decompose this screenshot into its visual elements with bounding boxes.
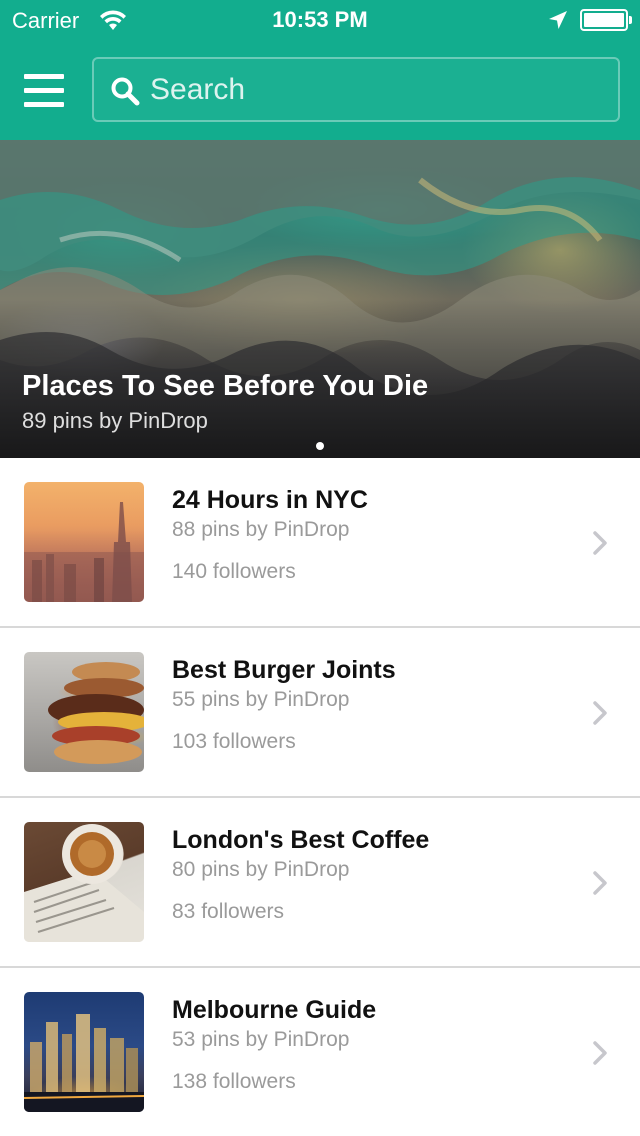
featured-board-title: Places To See Before You Die <box>22 370 429 402</box>
page-indicator-dot <box>316 442 324 450</box>
search-input[interactable] <box>150 69 610 111</box>
chevron-right-icon <box>593 701 607 725</box>
board-row[interactable]: 24 Hours in NYC 88 pins by PinDrop 140 f… <box>0 458 640 628</box>
board-row[interactable]: Melbourne Guide 53 pins by PinDrop 138 f… <box>0 968 640 1136</box>
board-pins: 88 pins by PinDrop <box>172 518 350 541</box>
board-pins: 53 pins by PinDrop <box>172 1028 350 1051</box>
board-pins: 80 pins by PinDrop <box>172 858 350 881</box>
board-followers: 140 followers <box>172 560 296 583</box>
board-title: London's Best Coffee <box>172 826 430 854</box>
board-followers: 138 followers <box>172 1070 296 1093</box>
menu-button[interactable] <box>24 72 64 108</box>
board-thumbnail <box>24 992 144 1112</box>
top-bar: Carrier 10:53 PM <box>0 0 640 140</box>
menu-line <box>24 74 64 79</box>
board-list: 24 Hours in NYC 88 pins by PinDrop 140 f… <box>0 458 640 1136</box>
chevron-right-icon <box>593 531 607 555</box>
board-pins: 55 pins by PinDrop <box>172 688 350 711</box>
chevron-right-icon <box>593 871 607 895</box>
menu-line <box>24 88 64 93</box>
search-icon <box>111 77 140 106</box>
battery-icon <box>580 9 632 31</box>
board-thumbnail <box>24 822 144 942</box>
board-title: 24 Hours in NYC <box>172 486 368 514</box>
clock: 10:53 PM <box>272 7 368 32</box>
board-thumbnail <box>24 652 144 772</box>
board-thumbnail <box>24 482 144 602</box>
status-bar: Carrier 10:53 PM <box>0 0 640 40</box>
board-title: Melbourne Guide <box>172 996 377 1024</box>
board-followers: 103 followers <box>172 730 296 753</box>
location-arrow-icon <box>549 11 567 29</box>
featured-board[interactable]: Places To See Before You Die 89 pins by … <box>0 140 640 458</box>
featured-board-subtitle: 89 pins by PinDrop <box>22 408 208 433</box>
board-title: Best Burger Joints <box>172 656 396 684</box>
chevron-right-icon <box>593 1041 607 1065</box>
board-followers: 83 followers <box>172 900 285 923</box>
board-row[interactable]: Best Burger Joints 55 pins by PinDrop 10… <box>0 628 640 798</box>
search-bar[interactable] <box>92 57 620 122</box>
board-row[interactable]: London's Best Coffee 80 pins by PinDrop … <box>0 798 640 968</box>
menu-line <box>24 102 64 107</box>
